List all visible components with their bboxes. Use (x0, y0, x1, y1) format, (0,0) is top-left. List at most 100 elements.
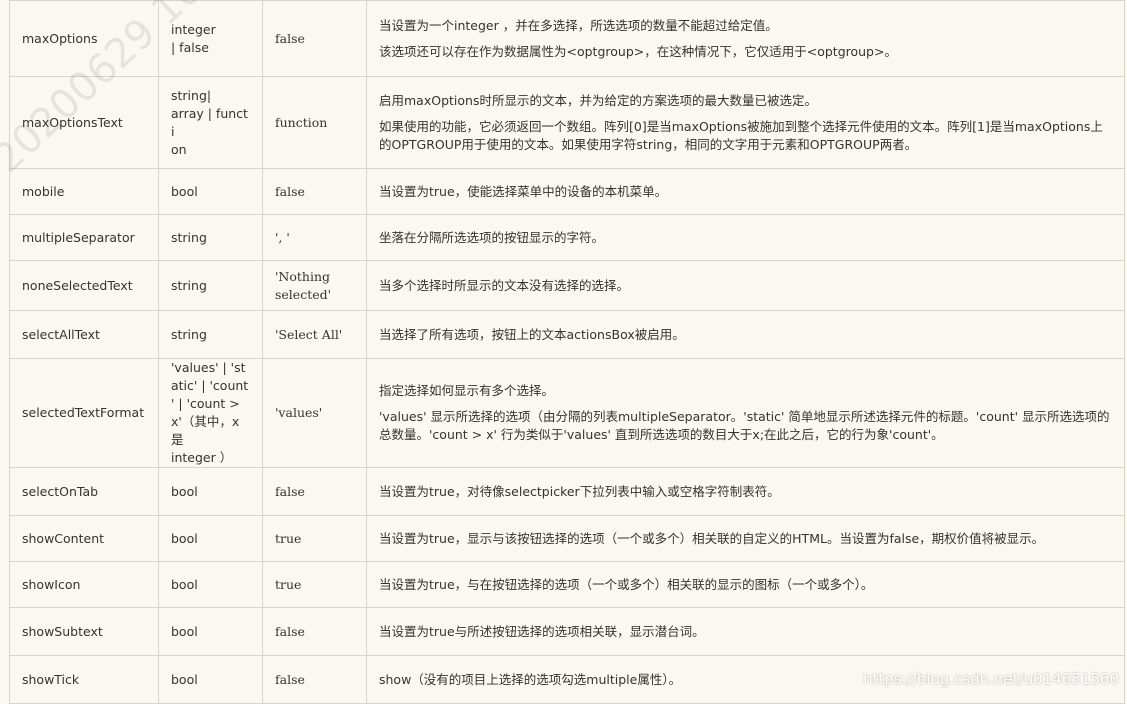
option-description-text: 当设置为true，对待像selectpicker下拉列表中输入或空格字符制表符。 (379, 483, 780, 499)
option-description-text: 当选择了所有选项，按钮上的文本actionsBox被启用。 (379, 326, 685, 342)
option-default-cell: false (262, 655, 367, 704)
option-default-text: false (275, 671, 305, 687)
option-name-cell: showIcon (9, 561, 159, 608)
option-description-cell: 当多个选择时所显示的文本没有选择的选择。 (366, 260, 1125, 311)
option-type-text: string (171, 277, 207, 293)
option-default-text: ', ' (275, 229, 290, 245)
option-default-text: function (275, 114, 328, 130)
option-type-text: 'values' | 'st atic' | 'count ' | 'count… (171, 360, 249, 465)
option-description-text: 指定选择如何显示有多个选择。 (379, 383, 555, 398)
option-name-cell: showSubtext (9, 607, 159, 656)
option-description-text: 当设置为true，与在按钮选择的选项（一个或多个）相关联的显示的图标（一个或多个… (379, 576, 874, 592)
option-name-cell: mobile (9, 168, 159, 215)
option-description-text: 当设置为true，使能选择菜单中的设备的本机菜单。 (379, 183, 668, 199)
table-row: multipleSeparator string ', ' 坐落在分隔所选选项的按钮显… (9, 214, 1125, 261)
option-description-text: 坐落在分隔所选选项的按钮显示的字符。 (379, 229, 605, 245)
table-row: selectAllText string 'Select All' 当选择了所有选项，… (9, 310, 1125, 359)
option-type-text: bool (171, 483, 198, 499)
option-name-cell: selectedTextFormat (9, 358, 159, 468)
option-description-text: 该选项还可以存在作为数据属性为<optgroup>，在这种情况下，它仅适用于<o… (379, 43, 897, 59)
option-default-text: 'Select All' (275, 326, 343, 342)
option-name-text: selectedTextFormat (22, 405, 145, 420)
option-type-text: bool (171, 623, 198, 639)
table-row: showTick bool false show（没有的项目上选择的选项勾选multi… (9, 655, 1125, 704)
table-row: showIcon bool true 当设置为true，与在按钮选择的选项（一个或多个… (9, 561, 1125, 608)
table-row: showSubtext bool false 当设置为true与所述按钮选择的选项相关… (9, 607, 1125, 656)
option-description-cell: 当设置为true，使能选择菜单中的设备的本机菜单。 (366, 168, 1125, 215)
option-default-cell: true (262, 561, 367, 608)
option-name-cell: selectOnTab (9, 467, 159, 516)
option-description-text: 当设置为true，显示与该按钮选择的选项（一个或多个）相关联的自定义的HTML。… (379, 530, 1045, 546)
table-row: selectedTextFormat 'values' | 'st atic' |… (9, 358, 1125, 468)
option-name-cell: multipleSeparator (9, 214, 159, 261)
option-default-cell: 'Nothing selected' (262, 260, 367, 311)
table-row: selectOnTab bool false 当设置为true，对待像selectpi… (9, 467, 1125, 516)
option-name-cell: noneSelectedText (9, 260, 159, 311)
option-description-cell: 指定选择如何显示有多个选择。 'values' 显示所选择的选项（由分隔的列表mu… (366, 358, 1125, 468)
option-default-text: 'Nothing selected' (275, 268, 332, 302)
option-default-cell: false (262, 607, 367, 656)
option-type-text: string (171, 326, 207, 342)
option-name-text: showContent (22, 530, 105, 546)
option-description-text: 启用maxOptions时所显示的文本，并为给定的方案选项的最大数量已被选定。 (379, 92, 817, 108)
option-default-text: false (275, 30, 305, 46)
option-default-cell: function (262, 76, 367, 169)
option-description-cell: 当设置为true与所述按钮选择的选项相关联，显示潜台词。 (366, 607, 1125, 656)
option-default-text: false (275, 183, 305, 199)
option-default-cell: ', ' (262, 214, 367, 261)
option-type-cell: string (158, 260, 263, 311)
option-name-text: mobile (22, 183, 65, 199)
options-table-body: maxOptions integer | false false 当设置为一个inte… (9, 0, 1125, 704)
option-name-text: showTick (22, 671, 80, 687)
option-name-text: showSubtext (22, 623, 103, 639)
option-name-text: noneSelectedText (22, 277, 133, 293)
option-default-text: false (275, 483, 305, 499)
option-name-cell: maxOptions (9, 0, 159, 77)
option-default-text: true (275, 576, 302, 592)
option-name-text: selectAllText (22, 326, 100, 342)
option-name-text: maxOptions (22, 30, 98, 46)
option-type-cell: bool (158, 607, 263, 656)
option-name-text: maxOptionsText (22, 114, 123, 130)
table-row: noneSelectedText string 'Nothing selected'… (9, 260, 1125, 311)
option-name-text: showIcon (22, 576, 81, 592)
option-description-cell: 坐落在分隔所选选项的按钮显示的字符。 (366, 214, 1125, 261)
option-type-text: bool (171, 530, 198, 546)
option-description-text: 当设置为true与所述按钮选择的选项相关联，显示潜台词。 (379, 623, 705, 639)
option-type-cell: bool (158, 561, 263, 608)
option-description-cell: 当选择了所有选项，按钮上的文本actionsBox被启用。 (366, 310, 1125, 359)
option-type-cell: bool (158, 655, 263, 704)
option-description-text: 当设置为一个integer ，并在多选择，所选选项的数量不能超过给定值。 (379, 17, 778, 33)
option-type-cell: integer | false (158, 0, 263, 77)
option-default-cell: false (262, 0, 367, 77)
option-type-text: bool (171, 183, 198, 199)
option-type-cell: bool (158, 467, 263, 516)
option-description-cell: 当设置为true，对待像selectpicker下拉列表中输入或空格字符制表符。 (366, 467, 1125, 516)
table-row: maxOptions integer | false false 当设置为一个inte… (9, 0, 1125, 77)
option-description-text: 当多个选择时所显示的文本没有选择的选择。 (379, 277, 630, 293)
option-type-cell: bool (158, 168, 263, 215)
option-type-text: bool (171, 576, 198, 592)
option-type-text: string (171, 229, 207, 245)
option-type-cell: string| array | functi on (158, 76, 263, 169)
option-name-cell: showTick (9, 655, 159, 704)
option-default-text: false (275, 623, 305, 639)
option-name-text: multipleSeparator (22, 229, 135, 245)
option-default-cell: false (262, 467, 367, 516)
table-row: showContent bool true 当设置为true，显示与该按钮选择的选项（… (9, 515, 1125, 562)
option-type-text: integer | false (171, 21, 216, 55)
option-default-cell: 'values' (262, 358, 367, 468)
option-default-cell: false (262, 168, 367, 215)
option-default-cell: 'Select All' (262, 310, 367, 359)
table-row: maxOptionsText string| array | functi on f… (9, 76, 1125, 169)
option-name-cell: showContent (9, 515, 159, 562)
option-type-cell: string (158, 310, 263, 359)
option-type-cell: 'values' | 'st atic' | 'count ' | 'count… (158, 358, 263, 468)
option-description-cell: 当设置为true，与在按钮选择的选项（一个或多个）相关联的显示的图标（一个或多个… (366, 561, 1125, 608)
option-description-text: show（没有的项目上选择的选项勾选multiple属性）。 (379, 671, 682, 687)
option-description-cell: 当设置为true，显示与该按钮选择的选项（一个或多个）相关联的自定义的HTML。… (366, 515, 1125, 562)
option-name-cell: maxOptionsText (9, 76, 159, 169)
option-name-text: selectOnTab (22, 483, 99, 499)
option-description-cell: show（没有的项目上选择的选项勾选multiple属性）。 (366, 655, 1125, 704)
options-table: maxOptions integer | false false 当设置为一个inte… (9, 0, 1125, 704)
